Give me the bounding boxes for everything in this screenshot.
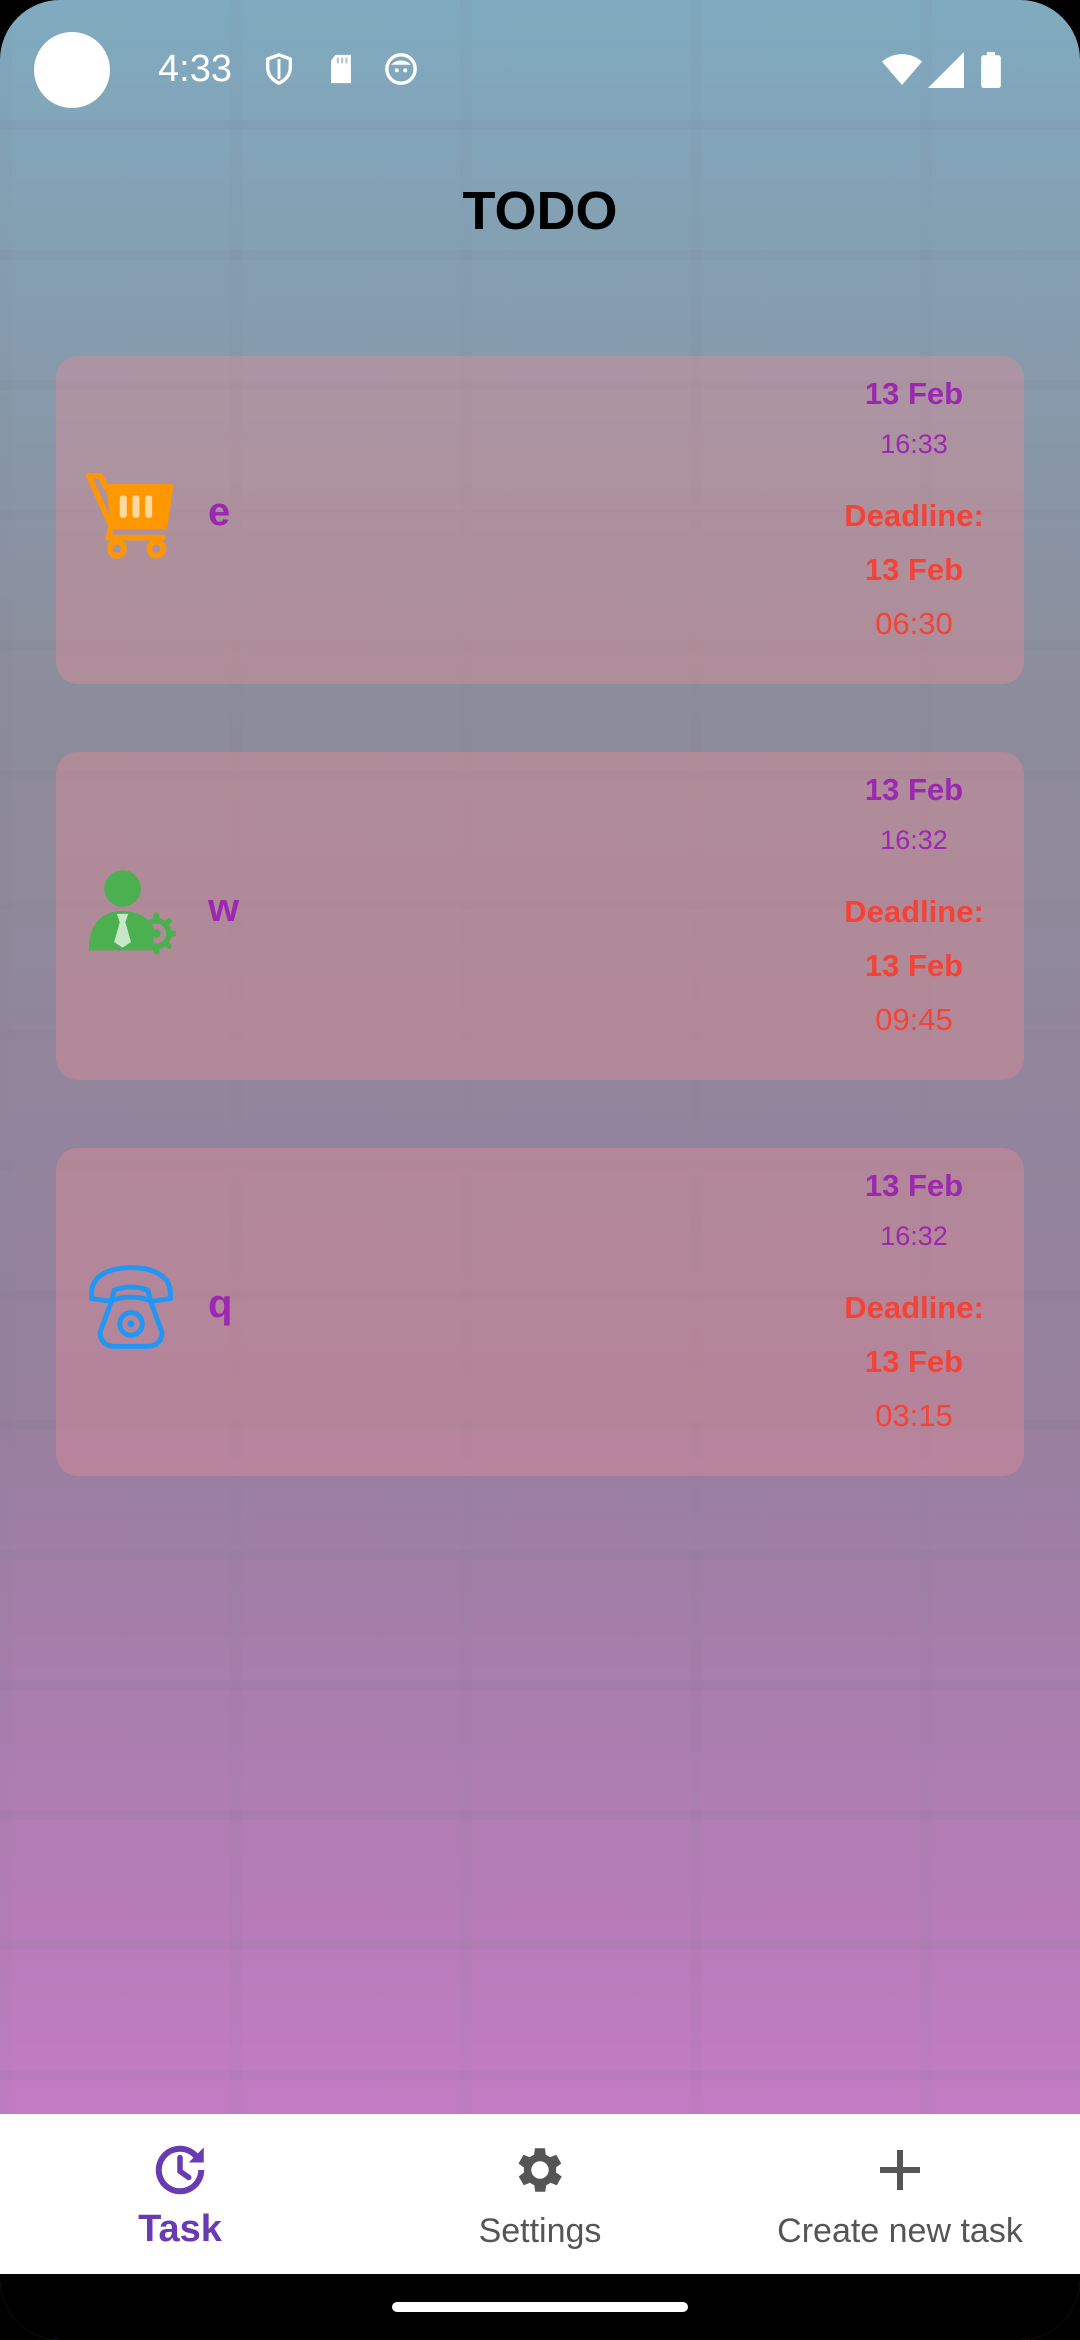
created-date: 13 Feb bbox=[864, 1168, 964, 1203]
cell-signal-icon bbox=[928, 52, 964, 88]
task-title: e bbox=[208, 490, 231, 534]
task-dates: 13 Feb 16:32 Deadline: 13 Feb 03:15 bbox=[834, 1158, 994, 1436]
task-dates: 13 Feb 16:33 Deadline: 13 Feb 06:30 bbox=[834, 366, 994, 644]
wifi-icon bbox=[882, 54, 922, 85]
deadline-label: Deadline: bbox=[844, 498, 984, 533]
deadline-label: Deadline: bbox=[844, 1290, 984, 1325]
task-card[interactable]: e 13 Feb 16:33 Deadline: 13 Feb 06:30 bbox=[56, 356, 1024, 684]
history-clock-icon bbox=[155, 2145, 205, 2195]
nav-item-create-task[interactable]: Create new task bbox=[720, 2114, 1080, 2274]
bottom-navigation: Task Settings Create new task bbox=[0, 2114, 1080, 2274]
camera-cutout bbox=[34, 32, 110, 108]
page-title: TODO bbox=[462, 181, 618, 241]
deadline-time: 03:15 bbox=[875, 1398, 953, 1433]
nav-item-task[interactable]: Task bbox=[0, 2114, 360, 2274]
status-bar: 4:33 bbox=[0, 0, 1080, 140]
shield-icon bbox=[265, 53, 293, 86]
task-title: q bbox=[208, 1282, 233, 1326]
shopping-cart-icon bbox=[86, 472, 174, 559]
task-title: w bbox=[208, 886, 240, 930]
app-screen: 4:33 TODO e 13 Feb 16:33 Deadline: 13 Fe… bbox=[0, 0, 1080, 2340]
deadline-label: Deadline: bbox=[844, 894, 984, 929]
nav-label-create-task: Create new task bbox=[777, 2212, 1023, 2250]
face-icon bbox=[385, 53, 417, 85]
telephone-icon bbox=[89, 1265, 173, 1349]
plus-icon bbox=[880, 2150, 920, 2190]
task-card[interactable]: w 13 Feb 16:32 Deadline: 13 Feb 09:45 bbox=[56, 752, 1024, 1080]
deadline-date: 13 Feb bbox=[864, 552, 964, 587]
deadline-date: 13 Feb bbox=[864, 1344, 964, 1379]
nav-label-task: Task bbox=[138, 2208, 222, 2250]
task-card[interactable]: q 13 Feb 16:32 Deadline: 13 Feb 03:15 bbox=[56, 1148, 1024, 1476]
created-time: 16:33 bbox=[880, 429, 948, 459]
nav-item-settings[interactable]: Settings bbox=[360, 2114, 720, 2274]
created-date: 13 Feb bbox=[864, 376, 964, 411]
battery-icon bbox=[981, 52, 1001, 88]
sd-card-icon bbox=[331, 54, 351, 84]
nav-label-settings: Settings bbox=[478, 2212, 602, 2250]
deadline-time: 06:30 bbox=[875, 606, 953, 641]
created-time: 16:32 bbox=[880, 1221, 948, 1251]
created-date: 13 Feb bbox=[864, 772, 964, 807]
deadline-date: 13 Feb bbox=[864, 948, 964, 983]
gear-icon bbox=[518, 2148, 562, 2192]
deadline-time: 09:45 bbox=[875, 1002, 953, 1037]
home-indicator[interactable] bbox=[392, 2302, 688, 2312]
task-dates: 13 Feb 16:32 Deadline: 13 Feb 09:45 bbox=[834, 762, 994, 1040]
created-time: 16:32 bbox=[880, 825, 948, 855]
status-time: 4:33 bbox=[158, 48, 232, 90]
business-person-gear-icon bbox=[88, 870, 176, 955]
